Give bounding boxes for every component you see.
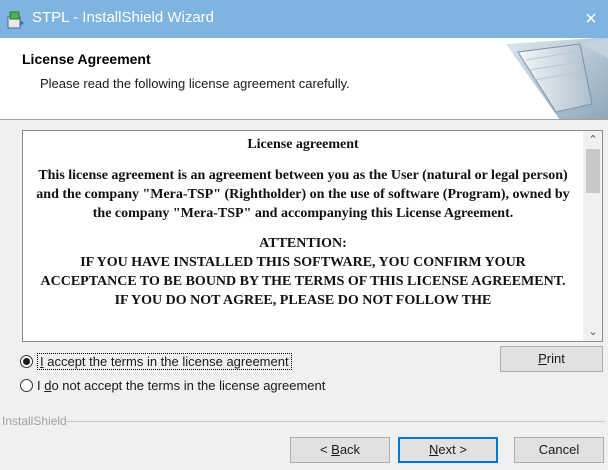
accept-radio[interactable] [20, 354, 33, 368]
cancel-button[interactable]: Cancel [514, 437, 604, 463]
installer-app-icon [7, 11, 25, 29]
header-panel: License Agreement Please read the follow… [0, 38, 608, 120]
close-button[interactable]: × [578, 6, 604, 32]
license-caps-text: IF YOU HAVE INSTALLED THIS SOFTWARE, YOU… [40, 255, 566, 308]
scroll-down-button[interactable]: ⌄ [583, 323, 602, 341]
decline-radio[interactable] [20, 378, 33, 392]
decline-label[interactable]: I do not accept the terms in the license… [37, 378, 325, 393]
installshield-brand: InstallShield [2, 414, 67, 428]
page-subtitle: Please read the following license agreem… [40, 76, 350, 91]
print-button[interactable]: Print [500, 346, 603, 372]
page-title: License Agreement [22, 51, 151, 67]
title-bar[interactable]: STPL - InstallShield Wizard × [0, 0, 608, 38]
accept-option[interactable]: I accept the terms in the license agreem… [20, 351, 292, 371]
license-attention: ATTENTION: [259, 236, 347, 251]
scroll-up-button[interactable]: ⌃ [583, 131, 602, 149]
window-title: STPL - InstallShield Wizard [32, 9, 215, 26]
vertical-scrollbar[interactable]: ⌃ ⌄ [583, 131, 602, 341]
license-text-box[interactable]: License agreement This license agreement… [22, 130, 603, 342]
installshield-banner-art [506, 38, 608, 119]
license-paragraph: This license agreement is an agreement b… [36, 168, 570, 221]
license-text: License agreement This license agreement… [23, 131, 583, 341]
next-button[interactable]: Next > [398, 437, 498, 463]
back-button[interactable]: < Back [290, 437, 390, 463]
decline-option[interactable]: I do not accept the terms in the license… [20, 375, 325, 395]
installer-window: STPL - InstallShield Wizard × License Ag… [0, 0, 608, 470]
license-title: License agreement [247, 137, 359, 152]
accept-label[interactable]: I accept the terms in the license agreem… [37, 352, 292, 370]
scroll-thumb[interactable] [586, 149, 600, 193]
brand-divider [65, 421, 605, 422]
